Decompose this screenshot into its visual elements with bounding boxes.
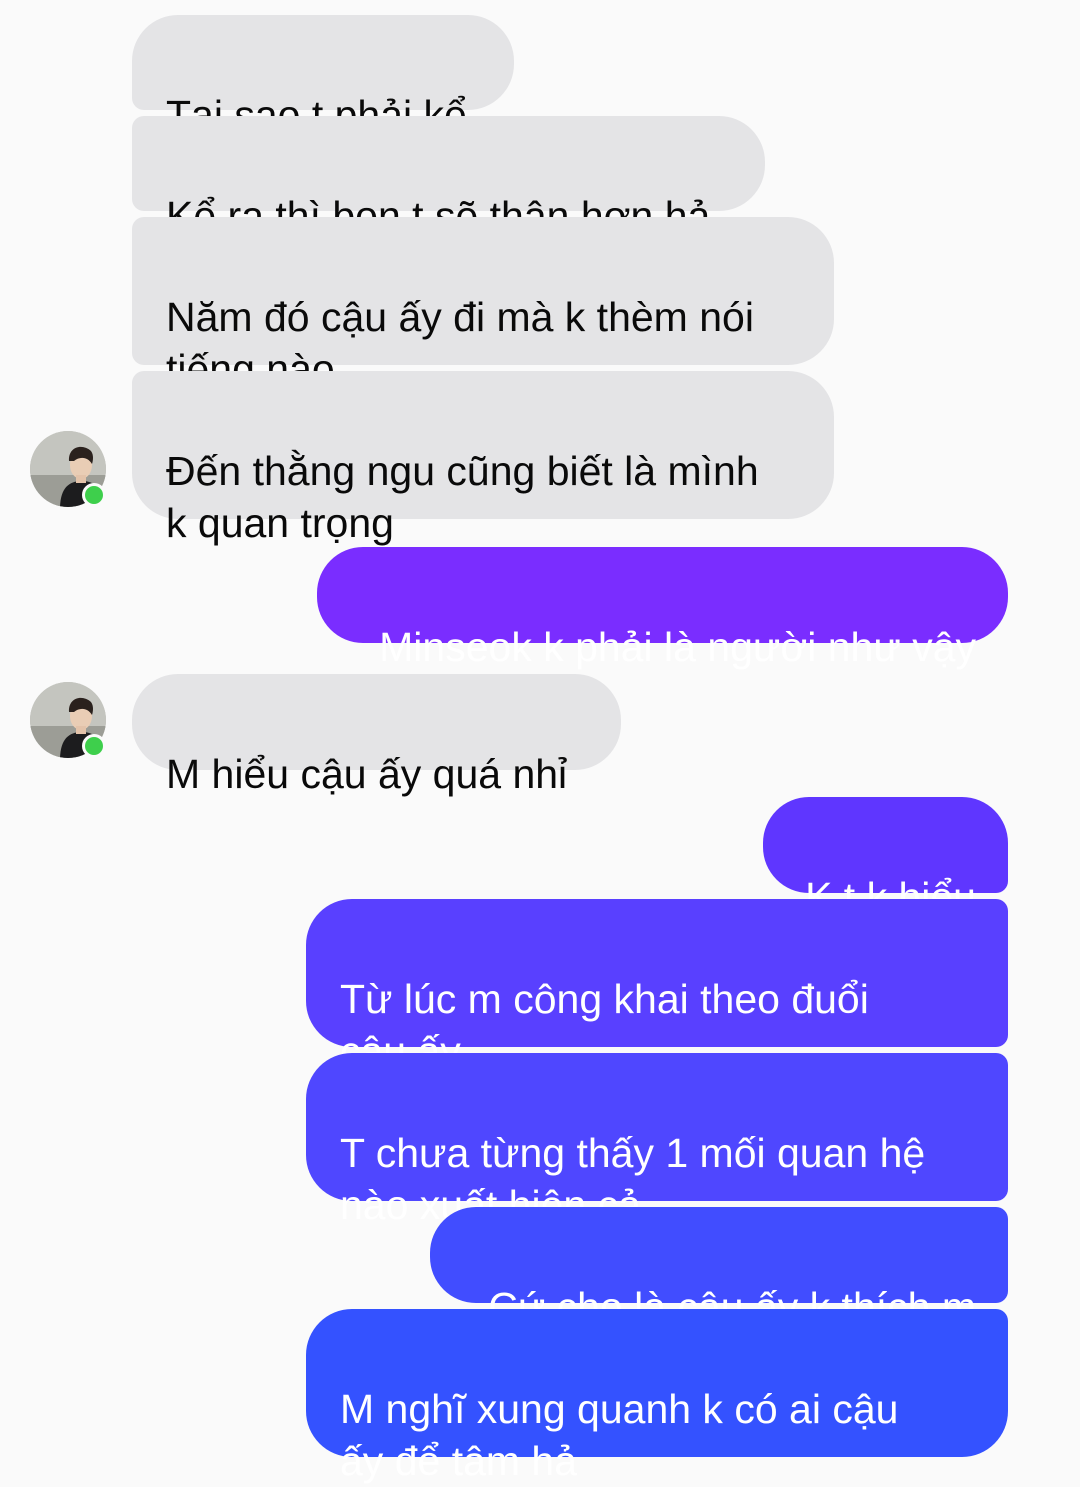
message-received[interactable]: M hiểu cậu ấy quá nhỉ xyxy=(132,674,621,797)
message-sent[interactable]: T chưa từng thấy 1 mối quan hệ nào xuất … xyxy=(306,1053,1008,1228)
message-text: M nghĩ xung quanh k có ai cậu ấy để tâm … xyxy=(340,1386,899,1484)
message-received[interactable]: Năm đó cậu ấy đi mà k thèm nói tiếng nào xyxy=(132,217,834,392)
message-received[interactable]: Đến thằng ngu cũng biết là mình k quan t… xyxy=(132,371,834,546)
message-text: M hiểu cậu ấy quá nhỉ xyxy=(166,751,568,797)
message-sent[interactable]: K t k hiểu xyxy=(763,797,1008,920)
sender-avatar[interactable] xyxy=(30,682,106,758)
message-text: Đến thằng ngu cũng biết là mình k quan t… xyxy=(166,448,759,546)
message-sent[interactable]: Từ lúc m công khai theo đuổi cậu ấy xyxy=(306,899,1008,1074)
message-received[interactable]: Kể ra thì bọn t sẽ thân hơn hả xyxy=(132,116,765,239)
message-sent[interactable]: M nghĩ xung quanh k có ai cậu ấy để tâm … xyxy=(306,1309,1008,1484)
message-sent[interactable]: Cứ cho là cậu ấy k thích m xyxy=(430,1207,1008,1330)
online-status-icon xyxy=(82,483,106,507)
message-sent[interactable]: Minseok k phải là người như vậy xyxy=(317,547,1008,670)
message-received[interactable]: Tại sao t phải kể xyxy=(132,15,514,138)
sender-avatar[interactable] xyxy=(30,431,106,507)
online-status-icon xyxy=(82,734,106,758)
message-text: Minseok k phải là người như vậy xyxy=(379,624,976,670)
